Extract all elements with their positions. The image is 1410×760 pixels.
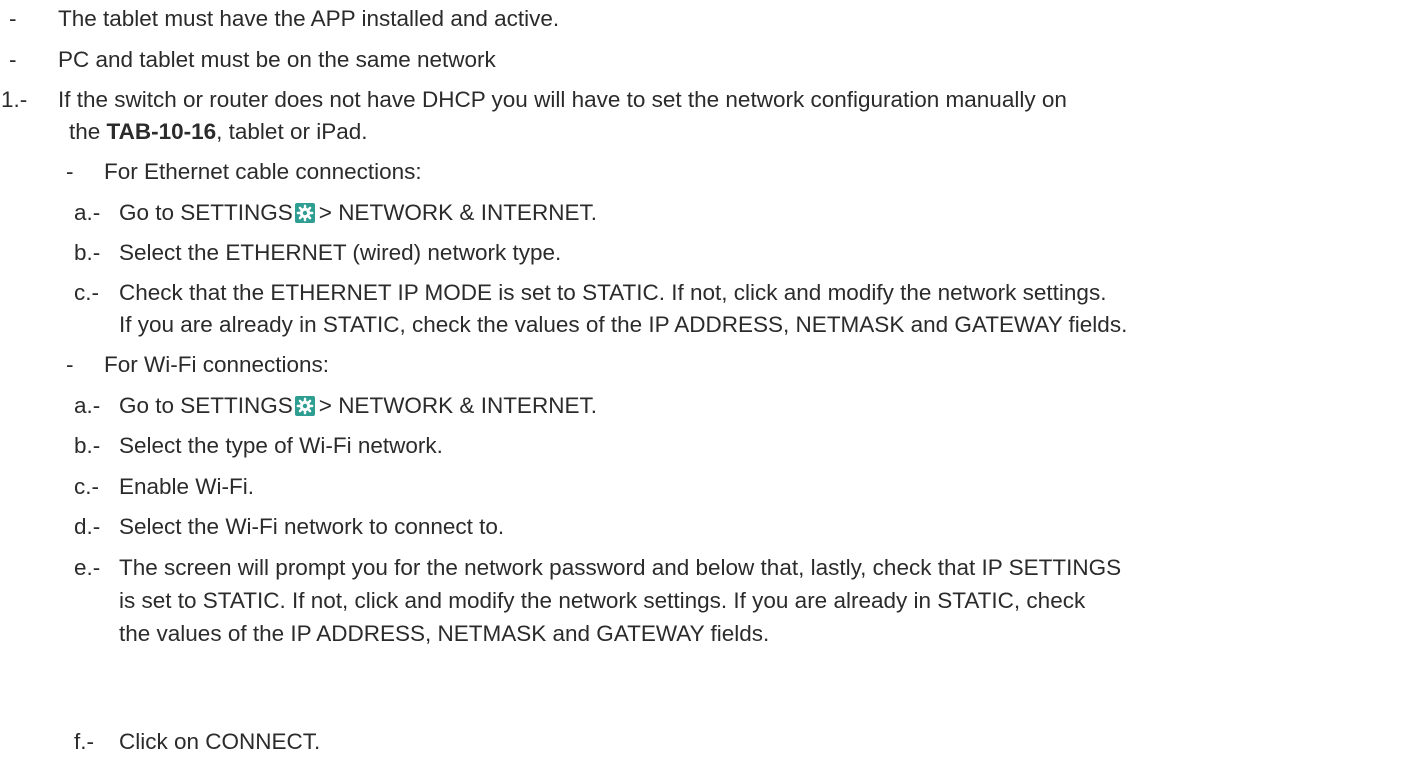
wifi-item-d-text: Select the Wi-Fi network to connect to. — [119, 514, 505, 539]
item-marker: e.- — [74, 555, 101, 580]
wifi-heading-text: For Wi-Fi connections: — [104, 352, 330, 377]
network-path-label: > NETWORK & INTERNET. — [318, 200, 597, 225]
step1-text-post: , tablet or iPad. — [216, 119, 368, 144]
wifi-item-c-text: Enable Wi-Fi. — [119, 474, 255, 499]
device-model: TAB-10-16 — [106, 119, 217, 144]
bullet-dash: - — [9, 6, 17, 31]
wifi-item-e-text1: The screen will prompt you for the netwo… — [119, 555, 1122, 580]
wifi-item-b-text: Select the type of Wi-Fi network. — [119, 433, 443, 458]
ethernet-item-c-text2: If you are already in STATIC, check the … — [119, 312, 1128, 337]
settings-label: Go to SETTINGS — [119, 200, 293, 225]
step1-text-line1: If the switch or router does not have DH… — [58, 87, 1067, 112]
ethernet-item-c-text1: Check that the ETHERNET IP MODE is set t… — [119, 280, 1107, 305]
ethernet-heading-text: For Ethernet cable connections: — [104, 159, 422, 184]
settings-gear-icon — [294, 203, 315, 223]
item-marker: b.- — [74, 433, 101, 458]
item-marker: c.- — [74, 280, 99, 305]
settings-label: Go to SETTINGS — [119, 393, 293, 418]
step1-text-line2: the TAB-10-16, tablet or iPad. — [69, 117, 368, 147]
ethernet-item-a-text: Go to SETTINGS > NETWORK & INTERNET. — [119, 198, 597, 228]
item-marker: d.- — [74, 514, 101, 539]
network-path-label: > NETWORK & INTERNET. — [318, 393, 597, 418]
item-marker: f.- — [74, 729, 94, 754]
wifi-item-e-text2: is set to STATIC. If not, click and modi… — [119, 588, 1086, 613]
settings-gear-icon — [294, 396, 315, 416]
step-number: 1.- — [1, 87, 28, 112]
wifi-item-e-text3: the values of the IP ADDRESS, NETMASK an… — [119, 621, 770, 646]
ethernet-item-b-text: Select the ETHERNET (wired) network type… — [119, 240, 562, 265]
step1-text-pre: the — [69, 119, 107, 144]
bullet-dash: - — [66, 352, 74, 377]
intro-text-1: The tablet must have the APP installed a… — [58, 6, 560, 31]
item-marker: a.- — [74, 200, 101, 225]
intro-text-2: PC and tablet must be on the same networ… — [58, 47, 496, 72]
item-marker: b.- — [74, 240, 101, 265]
bullet-dash: - — [9, 47, 17, 72]
wifi-item-f-text: Click on CONNECT. — [119, 729, 321, 754]
item-marker: c.- — [74, 474, 99, 499]
item-marker: a.- — [74, 393, 101, 418]
wifi-item-a-text: Go to SETTINGS > NETWORK & INTERNET. — [119, 391, 597, 421]
bullet-dash: - — [66, 159, 74, 184]
